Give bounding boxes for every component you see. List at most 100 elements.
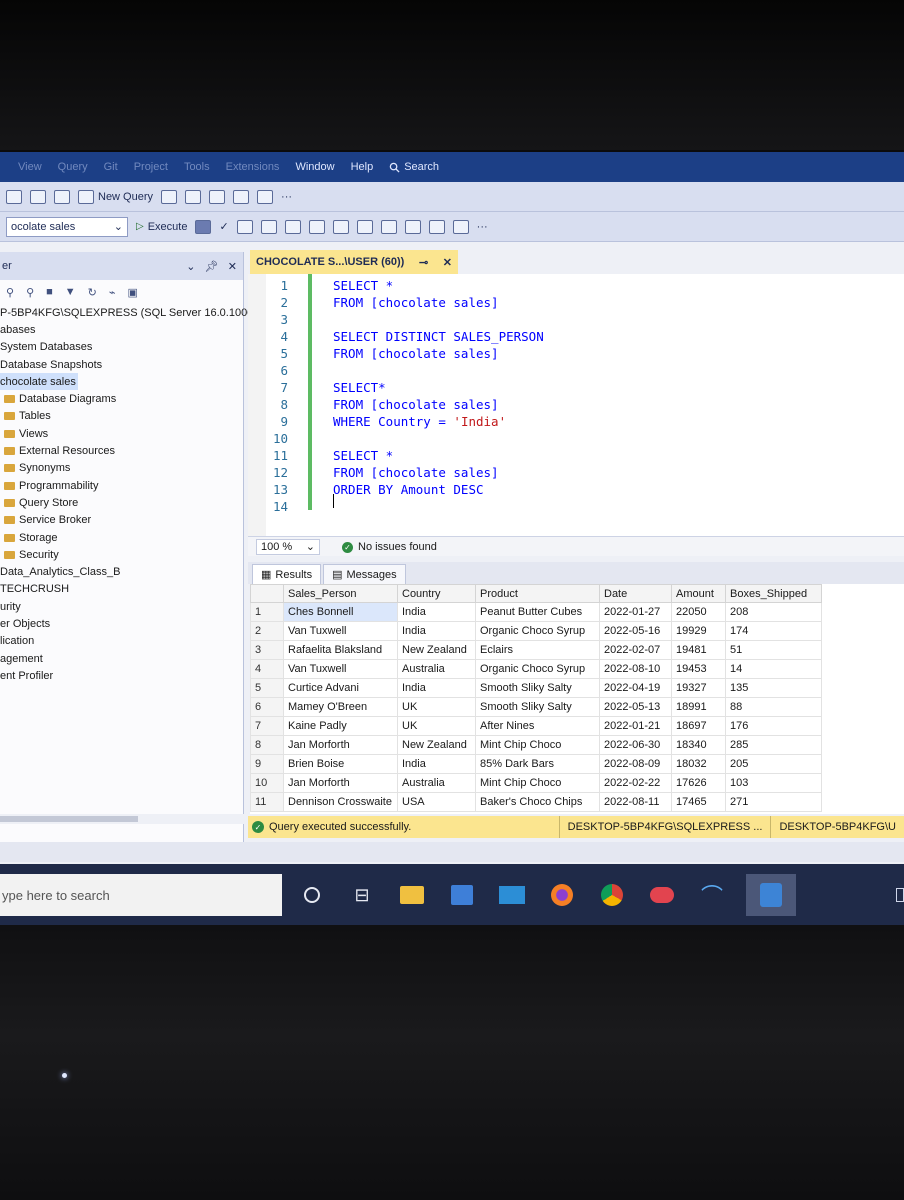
pin-icon[interactable]: 📌︎ [205, 261, 219, 273]
row-number[interactable]: 10 [250, 773, 284, 793]
grid-cell[interactable]: New Zealand [397, 640, 476, 660]
grid-cell[interactable]: Mint Chip Choco [475, 773, 600, 793]
grid-cell[interactable]: 135 [725, 678, 822, 698]
pin-icon[interactable]: ⊸ [419, 256, 428, 269]
grid-cell[interactable]: Mamey O'Breen [283, 697, 398, 717]
scrollbar-thumb[interactable] [0, 816, 138, 822]
table-row[interactable]: 9 Brien Boise India 85% Dark Bars 2022-08-09… [250, 754, 822, 774]
tree-item[interactable]: chocolate sales [0, 373, 78, 391]
tree-item[interactable]: urity [0, 598, 243, 615]
uncomment-icon[interactable] [380, 219, 397, 234]
tree-item[interactable]: Synonyms [0, 460, 243, 477]
chevron-down-icon[interactable]: ⌄ [186, 261, 195, 273]
table-row[interactable]: 8 Jan Morforth New Zealand Mint Chip Choco 2… [250, 735, 822, 755]
grid-cell[interactable]: 2022-05-16 [599, 621, 672, 641]
corner-cell[interactable] [250, 584, 284, 603]
store-icon[interactable] [446, 879, 478, 911]
tree-item[interactable]: Data_Analytics_Class_B [0, 563, 243, 580]
row-number[interactable]: 8 [250, 735, 284, 755]
row-number[interactable]: 3 [250, 640, 284, 660]
table-row[interactable]: 4 Van Tuxwell Australia Organic Choco Syrup… [250, 659, 822, 679]
grid-cell[interactable]: Organic Choco Syrup [475, 621, 600, 641]
table-row[interactable]: 2 Van Tuxwell India Organic Choco Syrup 2022… [250, 621, 822, 641]
grid-cell[interactable]: Australia [397, 773, 476, 793]
grid-cell[interactable]: 285 [725, 735, 822, 755]
tree-item[interactable]: Views [0, 425, 243, 442]
indent-icon[interactable] [404, 219, 421, 234]
grid-cell[interactable]: Curtice Advani [283, 678, 398, 698]
stop-icon[interactable] [195, 219, 212, 234]
filter-icon[interactable]: ▼ [65, 286, 76, 298]
grid-cell[interactable]: 174 [725, 621, 822, 641]
grid-cell[interactable]: 2022-08-10 [599, 659, 672, 679]
new-file-icon[interactable] [6, 189, 22, 204]
grid-cell[interactable]: Rafaelita Blaksland [283, 640, 398, 660]
row-number[interactable]: 6 [250, 697, 284, 717]
grid-cell[interactable]: After Nines [475, 716, 600, 736]
execute-button[interactable]: ▷ Execute [136, 221, 187, 233]
tree-item[interactable]: Security [0, 546, 243, 563]
tree-item[interactable]: TECHCRUSH [0, 581, 243, 598]
search-box[interactable]: Search [389, 161, 439, 173]
grid-cell[interactable]: 208 [725, 602, 822, 622]
menu-item[interactable]: Tools [184, 161, 210, 173]
more-icon[interactable]: ··· [477, 221, 488, 233]
save-all-icon[interactable] [54, 189, 70, 204]
more-icon[interactable]: ··· [281, 191, 292, 203]
grid-cell[interactable]: 18032 [671, 754, 726, 774]
column-header[interactable]: Country [397, 584, 476, 603]
tree-item[interactable]: er Objects [0, 615, 243, 632]
comment-icon[interactable] [356, 219, 373, 234]
grid-cell[interactable]: Ches Bonnell [283, 602, 398, 622]
tree-item[interactable]: lication [0, 633, 243, 650]
task-view-icon[interactable]: ⊟ [346, 879, 378, 911]
grid-cell[interactable]: 19481 [671, 640, 726, 660]
column-header[interactable]: Amount [671, 584, 726, 603]
horizontal-scrollbar[interactable] [0, 814, 244, 824]
grid-cell[interactable]: UK [397, 697, 476, 717]
refresh-icon[interactable]: ↻ [88, 286, 97, 299]
grid-cell[interactable]: 2022-02-07 [599, 640, 672, 660]
grid-cell[interactable]: 22050 [671, 602, 726, 622]
connect-icon[interactable]: ⚲ [6, 286, 14, 299]
tree-item[interactable]: Database Snapshots [0, 356, 243, 373]
include-plan-icon[interactable] [308, 219, 325, 234]
undo-icon[interactable] [161, 189, 178, 204]
tree-server-node[interactable]: P-5BP4KFG\SQLEXPRESS (SQL Server 16.0.10… [0, 304, 260, 321]
client-stats-icon[interactable] [332, 219, 349, 234]
tree-item[interactable]: External Resources [0, 442, 243, 459]
column-header[interactable]: Product [475, 584, 600, 603]
menu-item[interactable]: View [18, 161, 42, 173]
row-number[interactable]: 11 [250, 792, 284, 812]
grid-cell[interactable]: 19453 [671, 659, 726, 679]
grid-cell[interactable]: Van Tuxwell [283, 659, 398, 679]
grid-cell[interactable]: 18697 [671, 716, 726, 736]
grid-cell[interactable]: 205 [725, 754, 822, 774]
grid-cell[interactable]: 85% Dark Bars [475, 754, 600, 774]
tree-item[interactable]: Service Broker [0, 512, 243, 529]
parse-check-icon[interactable]: ✓ [219, 220, 228, 233]
table-row[interactable]: 10 Jan Morforth Australia Mint Chip Choco 20… [250, 773, 822, 793]
issues-indicator[interactable]: ✓ No issues found [342, 541, 437, 553]
grid-cell[interactable]: Brien Boise [283, 754, 398, 774]
row-number[interactable]: 9 [250, 754, 284, 774]
column-header[interactable]: Sales_Person [283, 584, 398, 603]
mail-icon[interactable] [496, 879, 528, 911]
table-row[interactable]: 3 Rafaelita Blaksland New Zealand Eclairs 20… [250, 640, 822, 660]
redo-icon[interactable] [185, 189, 202, 204]
tab-messages[interactable]: ▤ Messages [323, 564, 406, 584]
row-number[interactable]: 5 [250, 678, 284, 698]
table-row[interactable]: 1 Ches Bonnell India Peanut Butter Cubes 202… [250, 602, 822, 622]
activity-icon[interactable]: ⌁ [109, 286, 116, 299]
cortana-icon[interactable] [296, 879, 328, 911]
tab-results[interactable]: ▦ Results [252, 564, 322, 584]
grid-cell[interactable]: Baker's Choco Chips [475, 792, 600, 812]
column-header[interactable]: Date [599, 584, 672, 603]
grid-cell[interactable]: 103 [725, 773, 822, 793]
grid-cell[interactable]: Dennison Crosswaite [283, 792, 398, 812]
outdent-icon[interactable] [428, 219, 445, 234]
grid-cell[interactable]: 88 [725, 697, 822, 717]
tree-item[interactable]: agement [0, 650, 243, 667]
grid-cell[interactable]: Jan Morforth [283, 773, 398, 793]
menu-item[interactable]: Project [134, 161, 168, 173]
